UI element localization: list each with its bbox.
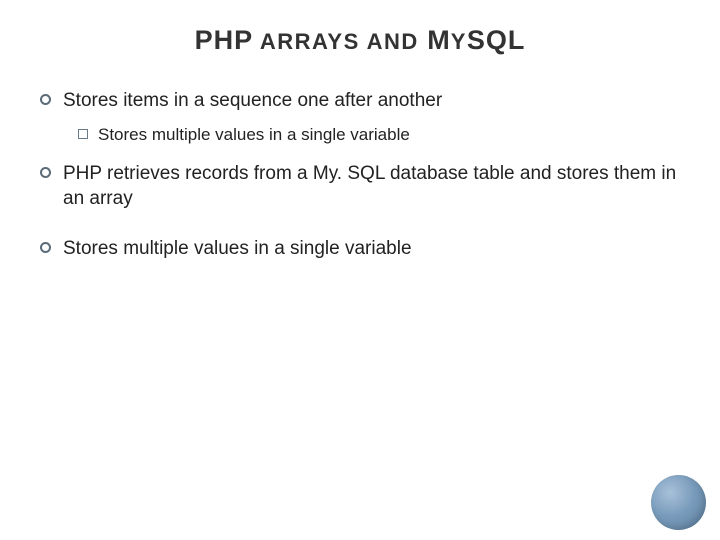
content-area: Stores items in a sequence one after ano…: [38, 88, 682, 262]
slide-title: PHP ARRAYS AND MYSQL: [38, 25, 682, 56]
bullet-text: Stores multiple values in a single varia…: [63, 236, 412, 262]
title-part2-sc: A: [253, 29, 277, 54]
bullet-text: Stores items in a sequence one after ano…: [63, 88, 442, 114]
spacer: [40, 222, 682, 236]
bullet-circle-icon: [40, 167, 51, 178]
list-item: Stores items in a sequence one after ano…: [40, 88, 682, 114]
list-item: PHP retrieves records from a My. SQL dat…: [40, 161, 682, 212]
decorative-sphere-icon: [651, 475, 706, 530]
title-part1: PHP: [195, 25, 254, 55]
title-part3: Y: [451, 29, 467, 54]
title-part2: RRAYS AND: [277, 29, 418, 54]
bullet-circle-icon: [40, 94, 51, 105]
title-part4-sc: SQL: [467, 25, 526, 55]
sub-bullet-text: Stores multiple values in a single varia…: [98, 124, 410, 147]
bullet-circle-icon: [40, 242, 51, 253]
list-item: Stores multiple values in a single varia…: [40, 236, 682, 262]
bullet-square-icon: [78, 129, 88, 139]
title-part3-sc: M: [419, 25, 451, 55]
sub-list-item: Stores multiple values in a single varia…: [78, 124, 682, 147]
bullet-text: PHP retrieves records from a My. SQL dat…: [63, 161, 682, 212]
